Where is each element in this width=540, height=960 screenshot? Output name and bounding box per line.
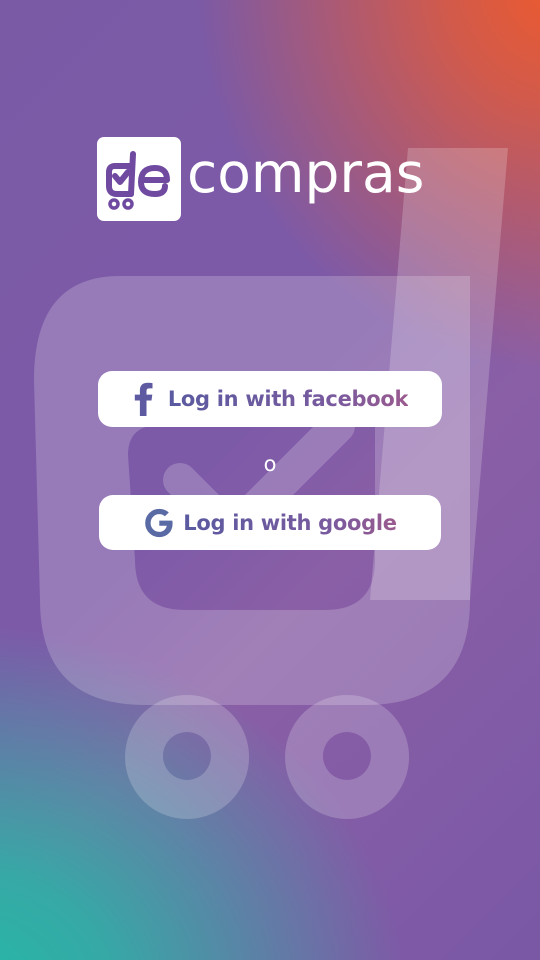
google-icon	[145, 508, 173, 537]
facebook-icon	[134, 382, 153, 416]
google-login-button[interactable]: Log in with google	[99, 495, 441, 550]
cart-check-icon	[106, 151, 170, 210]
separator-text: o	[263, 452, 277, 476]
facebook-login-label: Log in with facebook	[167, 387, 409, 411]
brand-name: compras	[187, 140, 425, 205]
facebook-login-button[interactable]: Log in with facebook	[98, 371, 442, 427]
logo-mark	[97, 137, 181, 221]
brand-logo: compras	[97, 137, 424, 221]
google-login-label: Log in with google	[183, 510, 397, 535]
